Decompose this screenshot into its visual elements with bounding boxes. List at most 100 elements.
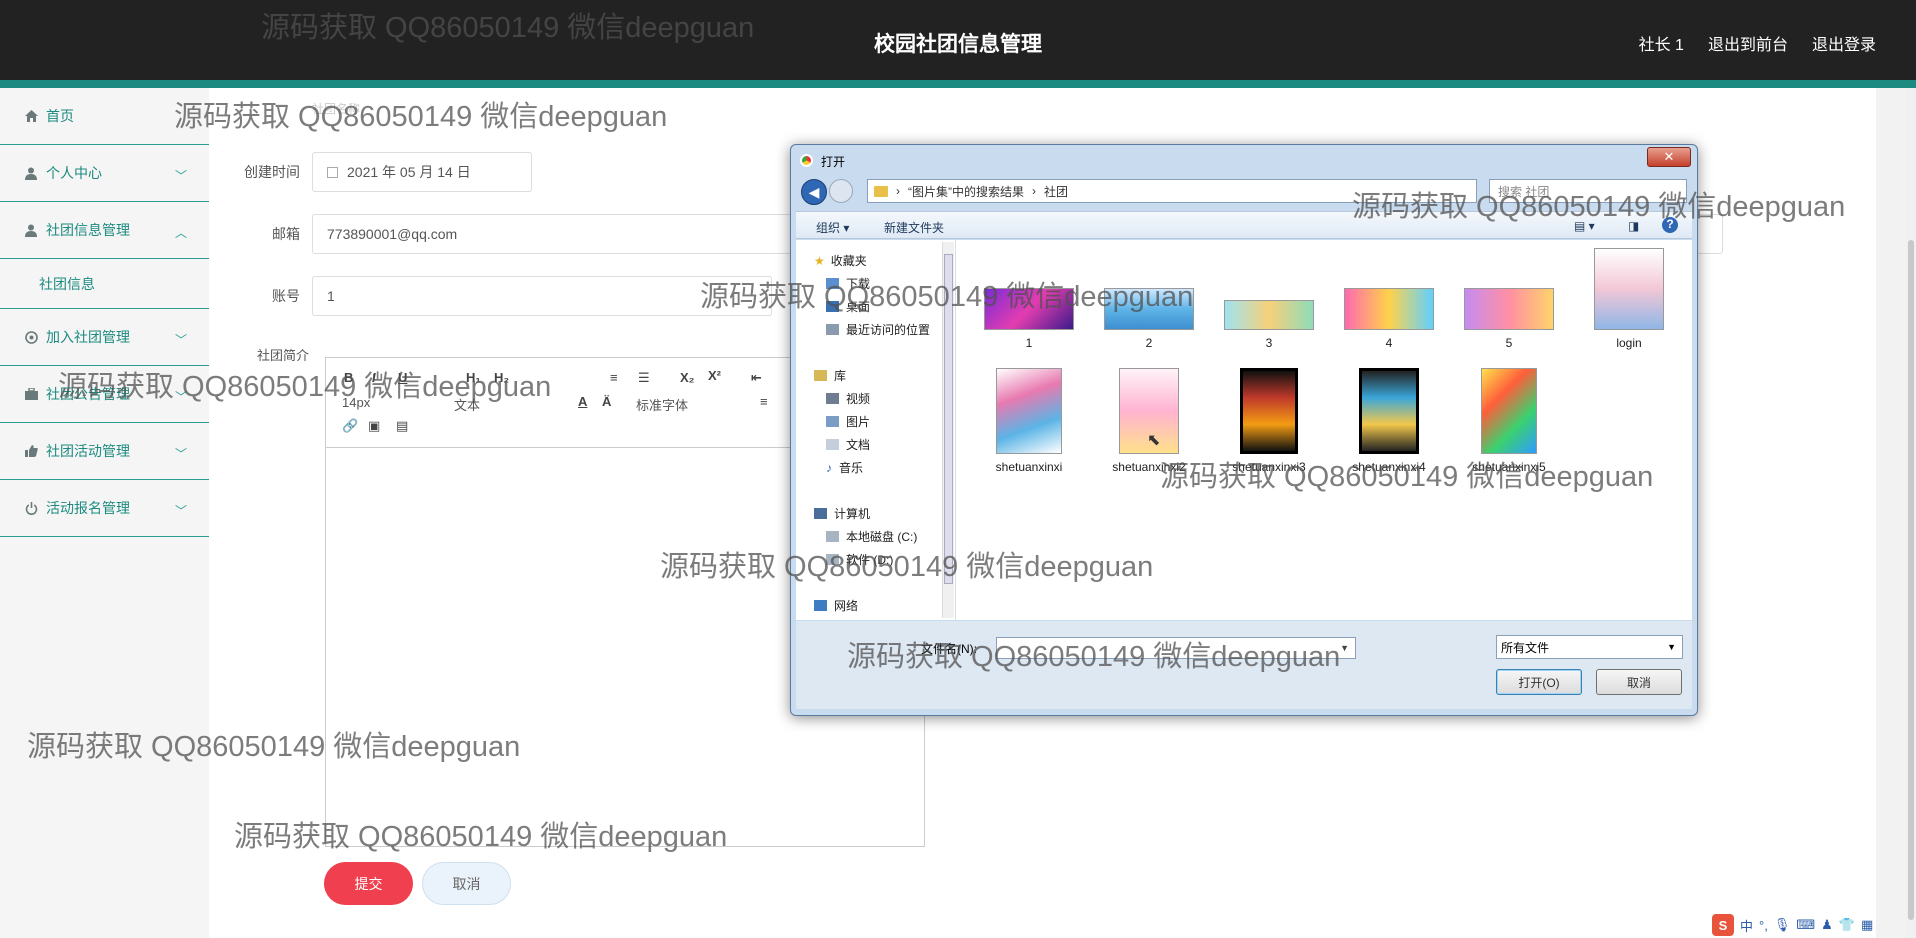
file-item[interactable]: shetuanxinxi2 bbox=[1099, 368, 1199, 474]
nav-downloads[interactable]: 下载 bbox=[826, 275, 870, 292]
created-time-input[interactable]: 2021 年 05 月 14 日 bbox=[312, 152, 532, 192]
file-thumbnail bbox=[984, 288, 1074, 330]
ime-toolbar[interactable]: S 中 °, 🎙 ⌨ ♟ 👕 ▦ bbox=[1712, 912, 1916, 938]
computer-icon bbox=[814, 508, 827, 519]
superscript-icon[interactable]: X² bbox=[708, 368, 721, 383]
form-row-account: 账号 1 bbox=[209, 276, 772, 316]
sidebar-item-label: 社团信息管理 bbox=[46, 222, 130, 238]
close-button[interactable]: ✕ bbox=[1647, 147, 1691, 167]
view-options-icon[interactable]: ▤ ▾ bbox=[1574, 219, 1595, 233]
nav-disk-c[interactable]: 本地磁盘 (C:) bbox=[826, 528, 917, 545]
sidebar-subitem-label: 社团信息 bbox=[39, 275, 95, 292]
mic-icon[interactable]: 🎙 bbox=[1774, 917, 1791, 933]
heading2-icon[interactable]: H₂ bbox=[494, 370, 509, 385]
sidebar-item-club-activity-management[interactable]: 社团活动管理 ﹀ bbox=[0, 423, 209, 480]
nav-pictures[interactable]: 图片 bbox=[826, 413, 870, 430]
shirt-icon[interactable]: 👕 bbox=[1839, 917, 1855, 933]
sidebar-item-personal-center[interactable]: 个人中心 ﹀ bbox=[0, 145, 209, 202]
keyboard-icon[interactable]: ⌨ bbox=[1796, 917, 1815, 933]
user-icon[interactable]: ♟ bbox=[1821, 917, 1833, 933]
address-bar[interactable]: › “图片集”中的搜索结果 › 社团 bbox=[867, 179, 1477, 203]
outdent-icon[interactable]: ⇤ bbox=[751, 370, 762, 386]
file-item[interactable]: shetuanxinxi3 bbox=[1219, 368, 1319, 474]
cancel-button[interactable]: 取消 bbox=[422, 862, 511, 905]
nav-computer[interactable]: 计算机 bbox=[814, 505, 870, 522]
nav-desktop[interactable]: 桌面 bbox=[826, 298, 870, 315]
filename-input[interactable]: ▼ bbox=[996, 637, 1356, 659]
sidebar-item-label: 社团公告管理 bbox=[46, 386, 130, 402]
sidebar-item-home[interactable]: 首页 bbox=[0, 88, 209, 145]
heading1-icon[interactable]: H₁ bbox=[466, 370, 481, 385]
link-icon[interactable]: 🔗 bbox=[342, 418, 358, 434]
sidebar-item-club-info-management[interactable]: 社团信息管理 ︿ bbox=[0, 202, 209, 259]
user-name-link[interactable]: 社长 1 bbox=[1639, 31, 1684, 55]
sidebar-item-activity-signup-management[interactable]: 活动报名管理 ﹀ bbox=[0, 480, 209, 537]
file-item[interactable]: 3 bbox=[1219, 300, 1319, 350]
logout-link[interactable]: 退出登录 bbox=[1812, 31, 1876, 55]
sidebar-item-club-notice-management[interactable]: 社团公告管理 ﹀ bbox=[0, 366, 209, 423]
open-button[interactable]: 打开(O) bbox=[1496, 669, 1582, 695]
new-folder-button[interactable]: 新建文件夹 bbox=[884, 219, 944, 236]
sogou-icon[interactable]: S bbox=[1712, 914, 1734, 936]
punctuation-icon[interactable]: °, bbox=[1759, 918, 1768, 933]
sidebar-item-join-club-management[interactable]: 加入社团管理 ﹀ bbox=[0, 309, 209, 366]
video-icon[interactable]: ▤ bbox=[396, 418, 408, 434]
nav-disk-d[interactable]: 软件 (D:) bbox=[826, 551, 893, 568]
back-button[interactable]: ◀ bbox=[801, 179, 827, 205]
back-to-front-link[interactable]: 退出到前台 bbox=[1708, 31, 1788, 55]
font-family-select[interactable]: 标准字体 bbox=[636, 395, 688, 414]
submit-button[interactable]: 提交 bbox=[324, 862, 413, 905]
subscript-icon[interactable]: X₂ bbox=[680, 370, 694, 385]
preview-pane-icon[interactable]: ◨ bbox=[1628, 219, 1639, 233]
help-icon[interactable]: ? bbox=[1662, 217, 1678, 233]
organize-menu[interactable]: 组织 ▾ bbox=[816, 219, 849, 236]
unordered-list-icon[interactable]: ☰ bbox=[638, 370, 650, 386]
format-select[interactable]: 文本 bbox=[454, 395, 480, 414]
file-item[interactable]: shetuanxinxi bbox=[979, 368, 1079, 474]
file-item[interactable]: 2 bbox=[1099, 288, 1199, 350]
recent-icon bbox=[826, 324, 839, 335]
file-item[interactable]: login bbox=[1579, 248, 1679, 350]
forward-button[interactable] bbox=[829, 179, 853, 203]
image-icon[interactable]: ▣ bbox=[368, 418, 380, 434]
file-item[interactable]: shetuanxinxi4 bbox=[1339, 368, 1439, 474]
underline-icon[interactable]: U bbox=[398, 370, 407, 385]
address-segment[interactable]: 社团 bbox=[1044, 183, 1068, 200]
grid-icon[interactable]: ▦ bbox=[1861, 917, 1873, 933]
sidebar-subitem-club-info[interactable]: 社团信息 bbox=[0, 259, 209, 309]
font-color-icon[interactable]: A bbox=[578, 394, 587, 409]
file-item[interactable]: 1 bbox=[979, 288, 1079, 350]
background-color-icon[interactable]: Ä bbox=[602, 394, 611, 409]
account-field[interactable]: 1 bbox=[312, 276, 772, 316]
search-input[interactable]: 搜索 社团 bbox=[1489, 179, 1687, 203]
navigation-pane: ★ 收藏夹 下载 桌面 最近访问的位置 库 视频 图片 文档 ♪ 音乐 计算机 本地… bbox=[796, 240, 956, 620]
file-item[interactable]: shetuanxinxi5 bbox=[1459, 368, 1559, 474]
home-icon bbox=[24, 109, 38, 123]
font-size-select[interactable]: 14px bbox=[342, 395, 370, 410]
filetype-select[interactable]: 所有文件 ▼ bbox=[1496, 635, 1683, 659]
app-title: 校园社团信息管理 bbox=[874, 33, 1042, 56]
nav-videos[interactable]: 视频 bbox=[826, 390, 870, 407]
nav-documents[interactable]: 文档 bbox=[826, 436, 870, 453]
nav-favorites[interactable]: ★ 收藏夹 bbox=[814, 252, 867, 269]
bold-icon[interactable]: B bbox=[344, 370, 353, 385]
italic-icon[interactable]: I bbox=[372, 370, 376, 385]
file-item[interactable]: 5 bbox=[1459, 288, 1559, 350]
nav-network[interactable]: 网络 bbox=[814, 597, 858, 614]
nav-library[interactable]: 库 bbox=[814, 367, 846, 384]
chevron-down-icon: ﹀ bbox=[174, 390, 187, 404]
nav-recent[interactable]: 最近访问的位置 bbox=[826, 321, 930, 338]
calendar-icon bbox=[327, 166, 338, 178]
align-icon[interactable]: ≡ bbox=[760, 394, 768, 409]
picture-icon bbox=[826, 416, 839, 427]
file-item[interactable]: 4 bbox=[1339, 288, 1439, 350]
address-segment[interactable]: “图片集”中的搜索结果 bbox=[908, 183, 1024, 200]
ordered-list-icon[interactable]: ≡ bbox=[610, 370, 618, 385]
chevron-down-icon: ﹀ bbox=[174, 504, 187, 518]
nav-music[interactable]: ♪ 音乐 bbox=[826, 459, 863, 476]
nav-scrollbar[interactable] bbox=[942, 242, 954, 618]
ime-mode[interactable]: 中 bbox=[1740, 916, 1753, 935]
page-scrollbar-thumb[interactable] bbox=[1908, 240, 1914, 920]
dialog-cancel-button[interactable]: 取消 bbox=[1596, 669, 1682, 695]
chevron-down-icon: ﹀ bbox=[174, 169, 187, 183]
